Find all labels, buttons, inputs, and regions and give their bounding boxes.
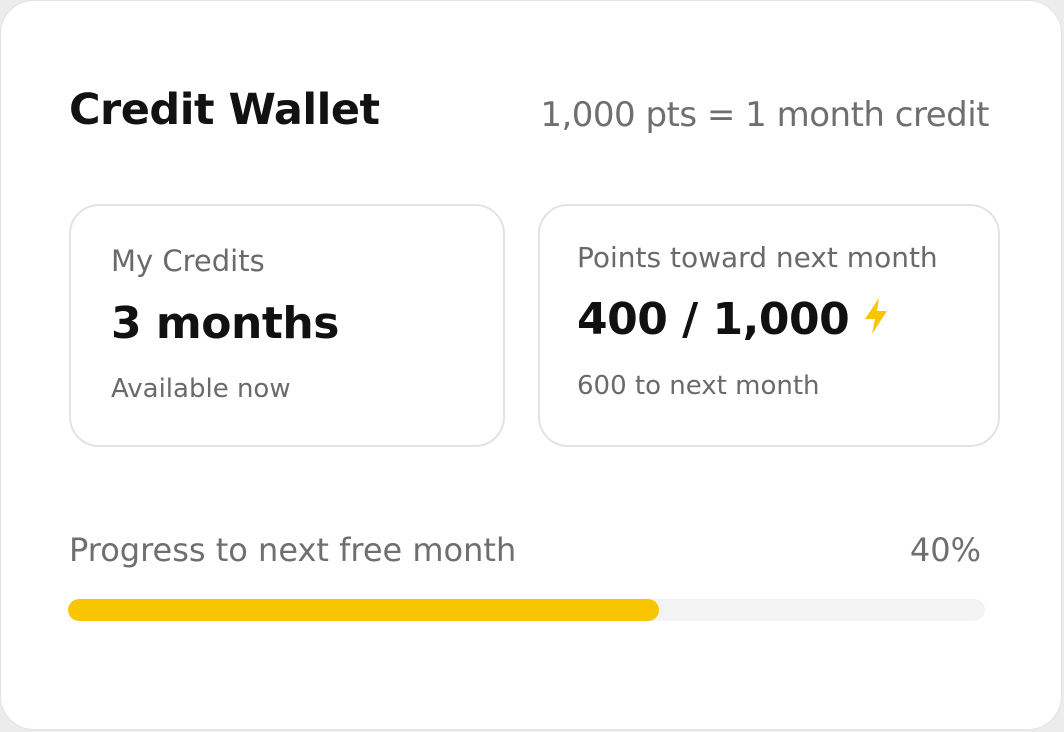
points-value: 400 / 1,000	[577, 294, 850, 345]
page-title: Credit Wallet	[69, 85, 380, 135]
credit-wallet-card: Credit Wallet 1,000 pts = 1 month credit…	[0, 0, 1062, 730]
progress-label: Progress to next free month	[69, 531, 517, 569]
my-credits-card: My Credits 3 months Available now	[69, 204, 505, 447]
conversion-rate: 1,000 pts = 1 month credit	[540, 95, 989, 135]
points-value-row: 400 / 1,000	[577, 294, 889, 345]
credits-label: My Credits	[111, 244, 265, 278]
points-remaining: 600 to next month	[577, 371, 820, 401]
credits-availability: Available now	[111, 374, 291, 404]
progress-percent: 40%	[909, 531, 981, 569]
points-label: Points toward next month	[577, 241, 938, 274]
credits-value: 3 months	[111, 298, 339, 349]
progress-fill	[68, 599, 659, 621]
progress-track	[68, 599, 985, 621]
lightning-bolt-icon	[863, 294, 889, 345]
points-card: Points toward next month 400 / 1,000 600…	[538, 204, 1000, 447]
